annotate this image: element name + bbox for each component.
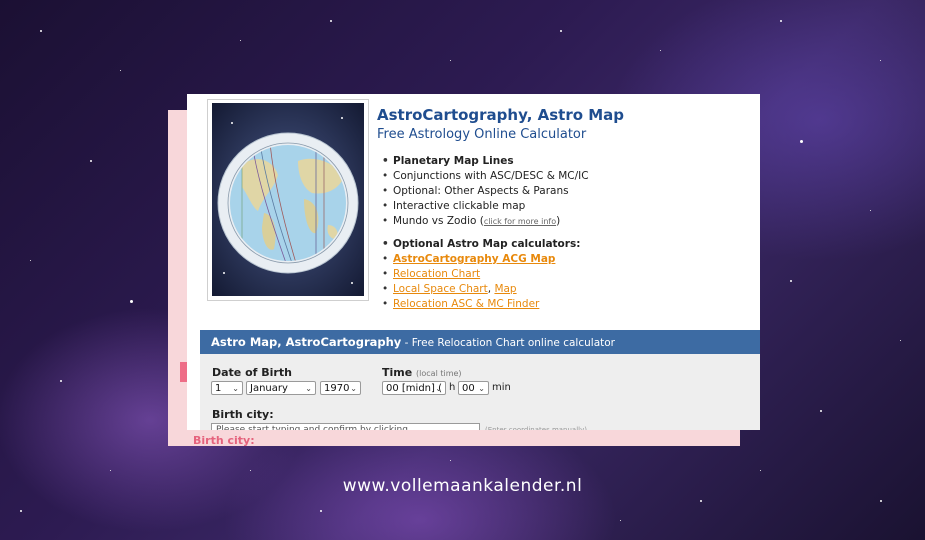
local-space-chart-link[interactable]: Local Space Chart	[393, 283, 488, 295]
month-select-value: January	[250, 383, 288, 394]
page-title: AstroCartography, Astro Map	[377, 106, 625, 124]
hour-select-value: 00 [midn] (	[386, 383, 442, 394]
chevron-down-icon: ⌄	[478, 384, 485, 393]
star	[880, 60, 881, 61]
star	[330, 20, 332, 22]
optional-item: AstroCartography ACG Map	[382, 252, 580, 267]
time-hint: (local time)	[416, 369, 462, 378]
star	[450, 60, 451, 61]
watermark-url: www.vollemaankalender.nl	[342, 476, 583, 496]
local-space-map-link[interactable]: Map	[494, 283, 516, 295]
star	[820, 410, 822, 412]
minute-select-value: 00	[462, 383, 475, 394]
form-header-title: Astro Map, AstroCartography	[211, 335, 402, 349]
chevron-down-icon: ⌄	[350, 384, 357, 393]
star	[870, 210, 871, 211]
form-header-subtitle: - Free Relocation Chart online calculato…	[401, 337, 615, 349]
background-birth-city-label: Birth city:	[193, 434, 255, 447]
month-select[interactable]: January ⌄	[246, 381, 316, 395]
astro-map-illustration	[207, 99, 369, 301]
date-of-birth-label: Date of Birth	[212, 366, 292, 379]
star	[30, 260, 31, 261]
feature-list: Planetary Map Lines Conjunctions with AS…	[382, 154, 589, 229]
hour-select[interactable]: 00 [midn] (⌄	[382, 381, 446, 395]
optional-item: Local Space Chart, Map	[382, 282, 580, 297]
feature-item: Interactive clickable map	[382, 199, 589, 214]
star	[880, 500, 882, 502]
asc-mc-finder-link[interactable]: Relocation ASC & MC Finder	[393, 298, 539, 310]
star	[560, 30, 562, 32]
year-select-value: 1970	[324, 383, 350, 394]
more-info-link[interactable]: click for more info	[484, 217, 556, 226]
day-select[interactable]: 1 ⌄	[211, 381, 243, 395]
star	[450, 460, 451, 461]
time-label-text: Time	[382, 366, 413, 379]
star	[20, 510, 22, 512]
optional-calculators-list: Optional Astro Map calculators: AstroCar…	[382, 237, 580, 312]
star	[40, 30, 42, 32]
star	[250, 470, 251, 471]
optional-item: Relocation ASC & MC Finder	[382, 297, 580, 312]
star	[110, 470, 111, 471]
page-subtitle: Free Astrology Online Calculator	[377, 127, 587, 142]
time-label: Time (local time)	[382, 366, 462, 379]
star	[620, 520, 621, 521]
form-header-bar: Astro Map, AstroCartography - Free Reloc…	[200, 330, 760, 354]
minute-select[interactable]: 00 ⌄	[458, 381, 489, 395]
star	[700, 500, 702, 502]
feature-mundo-close: )	[556, 215, 561, 227]
hour-unit: h	[449, 382, 456, 393]
star	[800, 140, 803, 143]
star	[780, 20, 782, 22]
star	[240, 40, 241, 41]
optional-item: Relocation Chart	[382, 267, 580, 282]
star	[320, 510, 322, 512]
birth-city-label: Birth city:	[212, 408, 274, 421]
star	[130, 300, 133, 303]
relocation-chart-link[interactable]: Relocation Chart	[393, 268, 480, 280]
star	[760, 470, 761, 471]
feature-item: Optional: Other Aspects & Parans	[382, 184, 589, 199]
acg-map-link[interactable]: AstroCartography ACG Map	[393, 253, 555, 265]
star	[60, 380, 62, 382]
star	[660, 50, 661, 51]
feature-item-mundo: Mundo vs Zodio (click for more info)	[382, 214, 589, 229]
chevron-down-icon: ⌄	[435, 384, 442, 393]
minute-unit: min	[492, 382, 511, 393]
chevron-down-icon: ⌄	[232, 384, 239, 393]
star	[900, 340, 901, 341]
chevron-down-icon: ⌄	[305, 384, 312, 393]
star	[120, 70, 121, 71]
astro-wheel-map-image	[212, 103, 364, 296]
year-select[interactable]: 1970 ⌄	[320, 381, 361, 395]
star	[90, 160, 92, 162]
background-pink-panel-lower	[187, 430, 740, 446]
star	[790, 280, 792, 282]
optional-calculators-heading: Optional Astro Map calculators:	[382, 237, 580, 252]
day-select-value: 1	[215, 383, 222, 394]
feature-item: Conjunctions with ASC/DESC & MC/IC	[382, 169, 589, 184]
feature-mundo-text: Mundo vs Zodio (	[393, 215, 484, 227]
feature-item: Planetary Map Lines	[382, 154, 589, 169]
